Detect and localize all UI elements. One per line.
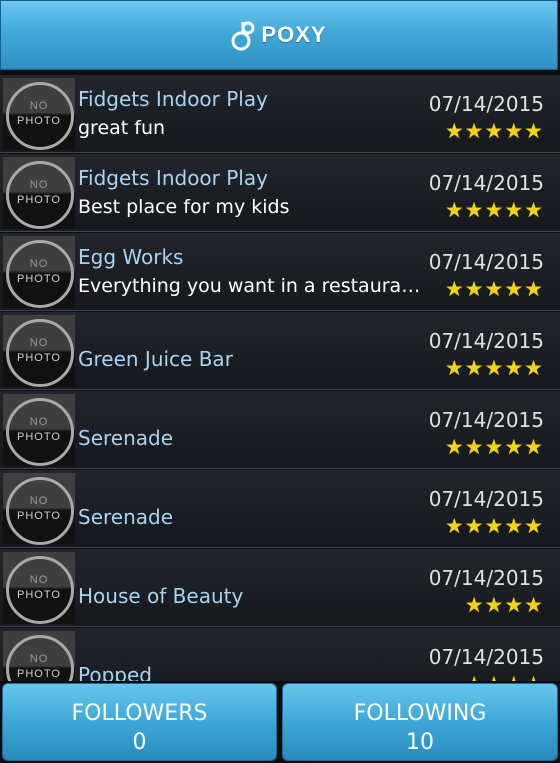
star-rating: ★★★★★ — [444, 119, 544, 143]
app-header: POXY — [0, 0, 558, 70]
review-comment: great fun — [78, 117, 166, 139]
logo-text: POXY — [261, 22, 327, 47]
business-name: Fidgets Indoor Play — [78, 87, 268, 111]
poxy-logo-icon — [231, 21, 255, 51]
no-photo-line2: PHOTO — [17, 589, 61, 601]
no-photo-thumbnail: NO PHOTO — [3, 473, 75, 545]
no-photo-line1: NO — [29, 179, 49, 191]
no-photo-line1: NO — [29, 653, 49, 665]
review-date: 07/14/2015 — [428, 487, 544, 511]
star-rating: ★★★★★ — [444, 356, 544, 380]
star-rating: ★★★★★ — [444, 277, 544, 301]
business-name: Popped — [78, 663, 152, 681]
no-photo-line1: NO — [29, 416, 49, 428]
no-photo-line2: PHOTO — [17, 273, 61, 285]
no-photo-line1: NO — [29, 258, 49, 270]
business-name: Fidgets Indoor Play — [78, 166, 268, 190]
no-photo-line2: PHOTO — [17, 668, 61, 680]
no-photo-line1: NO — [29, 495, 49, 507]
star-rating: ★★★★ — [465, 672, 544, 681]
review-row[interactable]: NO PHOTO Fidgets Indoor Play Best place for… — [0, 154, 560, 232]
no-photo-line2: PHOTO — [17, 352, 61, 364]
review-row[interactable]: NO PHOTO Serenade 07/14/2015 ★★★★★ — [0, 391, 560, 469]
no-photo-thumbnail: NO PHOTO — [3, 78, 75, 150]
no-photo-line2: PHOTO — [17, 431, 61, 443]
review-row[interactable]: NO PHOTO Green Juice Bar 07/14/2015 ★★★★★ — [0, 312, 560, 390]
review-row[interactable]: NO PHOTO Fidgets Indoor Play great fun 07/14… — [0, 75, 560, 153]
review-date: 07/14/2015 — [428, 92, 544, 116]
review-row[interactable]: NO PHOTO Popped 07/14/2015 ★★★★ — [0, 628, 560, 681]
no-photo-line1: NO — [29, 100, 49, 112]
business-name: Egg Works — [78, 245, 184, 269]
no-photo-thumbnail: NO PHOTO — [3, 552, 75, 624]
business-name: House of Beauty — [78, 584, 244, 608]
star-rating: ★★★★★ — [444, 514, 544, 538]
no-photo-line1: NO — [29, 574, 49, 586]
review-date: 07/14/2015 — [428, 645, 544, 669]
app-logo: POXY — [231, 18, 326, 52]
following-button[interactable]: FOLLOWING 10 — [282, 683, 558, 761]
review-row[interactable]: NO PHOTO Egg Works Everything you want in a… — [0, 233, 560, 311]
following-count: 10 — [406, 730, 434, 755]
no-photo-thumbnail: NO PHOTO — [3, 631, 75, 681]
no-photo-thumbnail: NO PHOTO — [3, 315, 75, 387]
review-list[interactable]: NO PHOTO Fidgets Indoor Play great fun 07/14… — [0, 75, 560, 681]
business-name: Serenade — [78, 505, 174, 529]
review-date: 07/14/2015 — [428, 408, 544, 432]
no-photo-thumbnail: NO PHOTO — [3, 157, 75, 229]
review-comment: Everything you want in a restauran… — [78, 275, 424, 297]
review-date: 07/14/2015 — [428, 329, 544, 353]
followers-label: FOLLOWERS — [71, 701, 208, 726]
following-label: FOLLOWING — [353, 701, 487, 726]
no-photo-thumbnail: NO PHOTO — [3, 236, 75, 308]
followers-count: 0 — [132, 730, 147, 755]
star-rating: ★★★★★ — [444, 435, 544, 459]
review-date: 07/14/2015 — [428, 566, 544, 590]
no-photo-line2: PHOTO — [17, 115, 61, 127]
no-photo-line2: PHOTO — [17, 194, 61, 206]
business-name: Green Juice Bar — [78, 347, 233, 371]
no-photo-line1: NO — [29, 337, 49, 349]
followers-button[interactable]: FOLLOWERS 0 — [2, 683, 277, 761]
review-row[interactable]: NO PHOTO House of Beauty 07/14/2015 ★★★★ — [0, 549, 560, 627]
review-row[interactable]: NO PHOTO Serenade 07/14/2015 ★★★★★ — [0, 470, 560, 548]
review-date: 07/14/2015 — [428, 250, 544, 274]
star-rating: ★★★★ — [464, 593, 544, 617]
no-photo-line2: PHOTO — [17, 510, 61, 522]
business-name: Serenade — [78, 426, 174, 450]
no-photo-thumbnail: NO PHOTO — [3, 394, 75, 466]
star-rating: ★★★★★ — [444, 198, 544, 222]
review-date: 07/14/2015 — [428, 171, 544, 195]
review-comment: Best place for my kids — [78, 196, 290, 218]
